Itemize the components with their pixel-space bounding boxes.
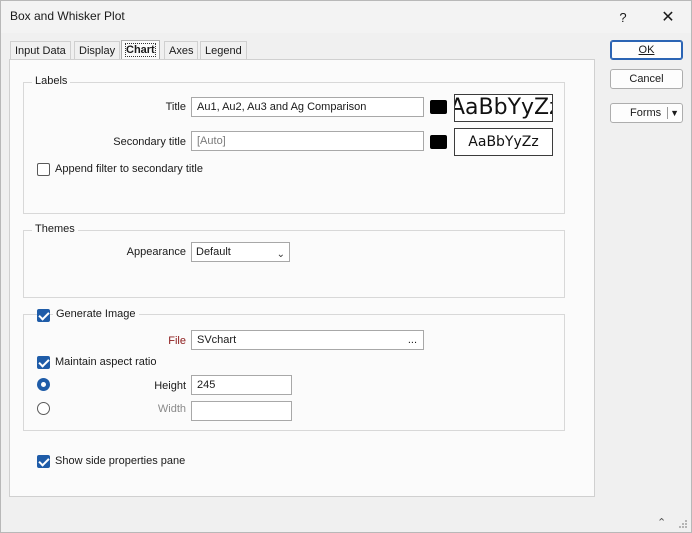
chevron-down-icon: ⌄ bbox=[276, 249, 285, 260]
tab-label: Display bbox=[79, 45, 116, 57]
forms-label: Forms bbox=[630, 107, 662, 119]
side-pane-label[interactable]: Show side properties pane bbox=[55, 455, 185, 467]
close-button[interactable]: ✕ bbox=[646, 1, 690, 33]
dropdown-arrow-icon[interactable]: ▼ bbox=[670, 104, 679, 122]
ok-label: OK bbox=[638, 44, 655, 56]
title-color-swatch[interactable] bbox=[430, 100, 447, 114]
tab-label: Input Data bbox=[15, 45, 66, 57]
collapse-up-icon[interactable]: ⌃ bbox=[657, 516, 666, 529]
secondary-title-font-preview[interactable]: AaBbYyZz bbox=[454, 128, 553, 156]
maintain-aspect-label[interactable]: Maintain aspect ratio bbox=[55, 356, 157, 368]
file-label: File bbox=[168, 335, 186, 347]
ok-button[interactable]: OK bbox=[610, 40, 683, 60]
secondary-title-label: Secondary title bbox=[113, 136, 186, 148]
secondary-title-input[interactable]: [Auto] bbox=[191, 131, 424, 151]
width-radio[interactable] bbox=[37, 402, 50, 415]
window-title: Box and Whisker Plot bbox=[10, 9, 125, 23]
labels-group-title: Labels bbox=[32, 75, 71, 87]
tab-chart[interactable]: Chart bbox=[121, 40, 160, 60]
forms-button[interactable]: Forms ▼ bbox=[610, 103, 683, 123]
help-button[interactable]: ? bbox=[601, 1, 645, 33]
labels-group: Labels Title Au1, Au2, Au3 and Ag Compar… bbox=[23, 75, 565, 214]
file-input[interactable]: SVchart ... bbox=[191, 330, 424, 350]
cancel-button[interactable]: Cancel bbox=[610, 69, 683, 89]
themes-group: Themes Appearance Default ⌄ bbox=[23, 223, 565, 298]
maintain-aspect-checkbox[interactable] bbox=[37, 356, 50, 369]
chart-tab-panel: Labels Title Au1, Au2, Au3 and Ag Compar… bbox=[9, 59, 595, 497]
tab-axes[interactable]: Axes bbox=[164, 41, 199, 60]
appearance-value: Default bbox=[196, 246, 231, 258]
side-pane-checkbox[interactable] bbox=[37, 455, 50, 468]
cancel-label: Cancel bbox=[629, 73, 664, 85]
generate-image-checkbox[interactable] bbox=[37, 309, 50, 322]
width-label: Width bbox=[157, 403, 186, 415]
tab-label: Chart bbox=[125, 43, 156, 57]
generate-image-label[interactable]: Generate Image bbox=[53, 308, 139, 320]
title-bar: Box and Whisker Plot ? ✕ bbox=[1, 1, 691, 33]
title-input[interactable]: Au1, Au2, Au3 and Ag Comparison bbox=[191, 97, 424, 117]
browse-icon[interactable]: ... bbox=[408, 331, 417, 349]
tab-legend[interactable]: Legend bbox=[200, 41, 247, 60]
tab-label: Axes bbox=[169, 45, 194, 57]
split-divider bbox=[667, 107, 668, 119]
secondary-title-color-swatch[interactable] bbox=[430, 135, 447, 149]
file-value: SVchart bbox=[197, 334, 237, 346]
appearance-select[interactable]: Default ⌄ bbox=[191, 242, 290, 262]
title-font-preview[interactable]: AaBbYyZz bbox=[454, 94, 553, 122]
width-input[interactable] bbox=[191, 401, 292, 421]
help-icon: ? bbox=[619, 9, 627, 25]
tab-input-data[interactable]: Input Data bbox=[10, 41, 71, 60]
resize-grip-icon[interactable] bbox=[678, 519, 688, 529]
append-filter-checkbox[interactable] bbox=[37, 163, 50, 176]
height-label: Height bbox=[154, 380, 186, 392]
appearance-label: Appearance bbox=[126, 246, 186, 258]
height-radio[interactable] bbox=[37, 378, 50, 391]
themes-group-title: Themes bbox=[32, 223, 78, 235]
height-input[interactable]: 245 bbox=[191, 375, 292, 395]
tab-display[interactable]: Display bbox=[74, 41, 121, 60]
title-label: Title bbox=[165, 101, 186, 113]
dialog-window: Box and Whisker Plot ? ✕ Input Data Disp… bbox=[0, 0, 692, 533]
generate-image-group: Generate Image File SVchart ... Maintain… bbox=[23, 308, 565, 431]
tab-label: Legend bbox=[205, 45, 242, 57]
close-icon: ✕ bbox=[661, 9, 675, 26]
append-filter-label[interactable]: Append filter to secondary title bbox=[55, 163, 203, 175]
